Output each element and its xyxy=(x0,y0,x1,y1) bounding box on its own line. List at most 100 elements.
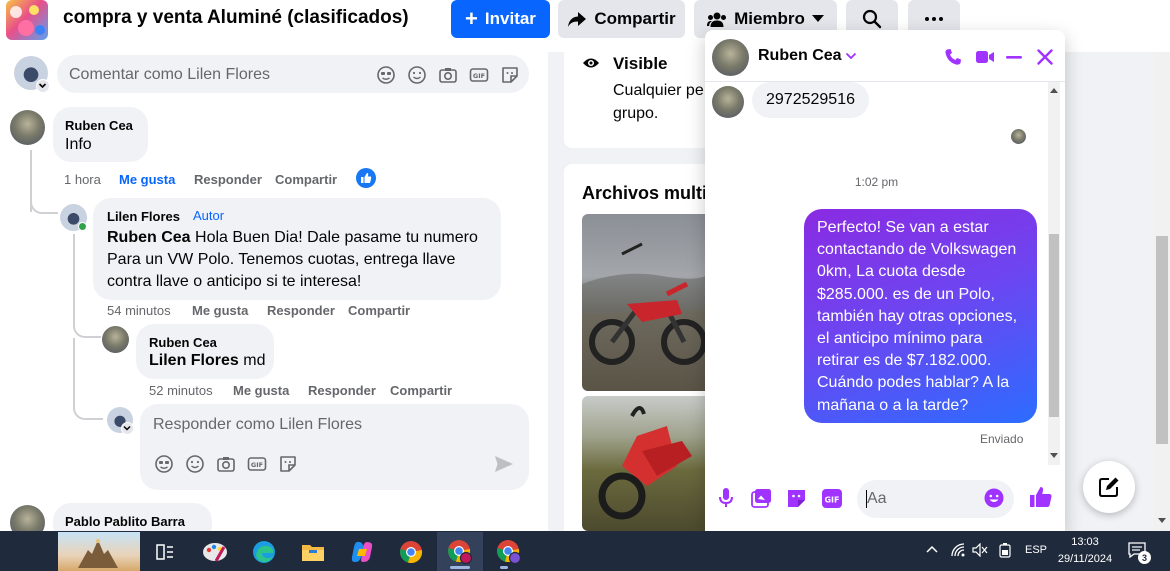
comment-time[interactable]: 1 hora xyxy=(64,172,101,187)
speaker-muted-icon[interactable] xyxy=(972,543,988,557)
file-explorer-icon[interactable] xyxy=(298,537,328,567)
comment-author[interactable]: Lilen Flores xyxy=(107,209,180,224)
share-button[interactable]: Compartir xyxy=(558,0,685,38)
visibility-title: Visible xyxy=(613,54,668,73)
reply-button[interactable]: Responder xyxy=(267,303,335,318)
group-title[interactable]: compra y venta Aluminé (clasificados) xyxy=(63,7,409,29)
svg-text:GIF: GIF xyxy=(824,496,839,505)
running-indicator xyxy=(500,566,508,569)
commenter-avatar[interactable] xyxy=(10,110,45,145)
copilot-icon[interactable] xyxy=(347,537,377,567)
search-icon xyxy=(862,9,882,29)
comment-time[interactable]: 54 minutos xyxy=(107,303,171,318)
svg-text:GIF: GIF xyxy=(251,461,263,469)
invite-button[interactable]: + Invitar xyxy=(451,0,550,38)
emoji-icon[interactable] xyxy=(407,65,427,85)
chevron-up-icon[interactable] xyxy=(926,545,938,553)
notification-count-badge: 3 xyxy=(1138,551,1151,564)
share-arrow-icon xyxy=(568,12,587,27)
comment-author[interactable]: Ruben Cea xyxy=(65,118,133,133)
scroll-down-arrow-icon[interactable] xyxy=(1158,518,1166,524)
media-photo-motorcycle-2[interactable] xyxy=(582,396,712,531)
eye-icon xyxy=(582,56,600,70)
chrome-profile-icon[interactable] xyxy=(494,537,524,567)
emoji-icon[interactable] xyxy=(185,454,205,474)
scroll-up-arrow-icon[interactable] xyxy=(1050,88,1058,94)
chat-contact-name[interactable]: Ruben Cea xyxy=(758,47,842,65)
incoming-message[interactable]: 2972529516 xyxy=(752,82,869,118)
share-label: Compartir xyxy=(594,9,676,28)
comment-input-placeholder: Comentar como Lilen Flores xyxy=(69,66,270,83)
video-call-icon[interactable] xyxy=(975,49,995,65)
like-reaction-icon[interactable] xyxy=(356,168,376,188)
network-icon[interactable] xyxy=(951,543,965,557)
message-status: Enviado xyxy=(980,432,1024,446)
comment-tools: GIF xyxy=(376,65,520,85)
comment-author[interactable]: Ruben Cea xyxy=(149,335,217,350)
share-comment-button[interactable]: Compartir xyxy=(275,172,337,187)
media-photo-motorcycle[interactable] xyxy=(582,214,712,391)
gif-icon[interactable]: GIF xyxy=(821,488,843,509)
sticker-icon[interactable] xyxy=(500,65,520,85)
like-button[interactable]: Me gusta xyxy=(119,172,175,187)
message-sender-avatar xyxy=(712,86,744,118)
chrome-browser-icon[interactable] xyxy=(396,537,426,567)
system-clock[interactable]: 13:03 29/11/2024 xyxy=(1052,534,1118,568)
mention[interactable]: Lilen Flores xyxy=(149,352,239,369)
avatar-menu-chevron-icon[interactable] xyxy=(36,79,50,93)
camera-icon[interactable] xyxy=(216,454,236,474)
visibility-description-line: grupo. xyxy=(613,105,659,122)
chat-scroll-thumb[interactable] xyxy=(1049,234,1059,417)
chrome-profile-icon[interactable] xyxy=(445,537,475,567)
avatar-sticker-icon[interactable] xyxy=(376,65,396,85)
camera-icon[interactable] xyxy=(438,65,458,85)
send-comment-icon[interactable] xyxy=(494,455,514,473)
emoji-icon[interactable] xyxy=(984,488,1004,508)
minimize-icon[interactable] xyxy=(1006,56,1022,59)
like-button[interactable]: Me gusta xyxy=(233,383,289,398)
clock-date: 29/11/2024 xyxy=(1057,553,1113,565)
avatar-menu-chevron-icon[interactable] xyxy=(121,422,134,435)
page-scroll-thumb[interactable] xyxy=(1156,236,1168,444)
start-search-highlight[interactable] xyxy=(58,532,140,571)
task-view-icon[interactable] xyxy=(150,537,180,567)
chevron-down-icon[interactable] xyxy=(845,52,857,60)
svg-text:GIF: GIF xyxy=(473,72,485,80)
sticker-icon[interactable] xyxy=(278,454,298,474)
edge-browser-icon[interactable] xyxy=(249,537,279,567)
language-indicator[interactable]: ESP xyxy=(1025,544,1047,556)
like-button[interactable]: Me gusta xyxy=(192,303,248,318)
sticker-icon[interactable] xyxy=(786,488,807,509)
scroll-down-arrow-icon[interactable] xyxy=(1050,453,1058,459)
comment-text: Info xyxy=(65,136,92,153)
chat-contact-avatar[interactable] xyxy=(712,39,749,76)
battery-icon[interactable] xyxy=(998,542,1012,558)
photo-attach-icon[interactable] xyxy=(751,488,772,508)
thread-line xyxy=(73,234,75,324)
read-receipt-avatar xyxy=(1011,129,1026,144)
phone-call-icon[interactable] xyxy=(944,48,962,66)
reply-button[interactable]: Responder xyxy=(308,383,376,398)
comment-author[interactable]: Pablo Pablito Barra xyxy=(65,514,185,529)
gif-icon[interactable]: GIF xyxy=(469,65,489,85)
group-cover-thumbnail[interactable] xyxy=(6,0,48,40)
reply-button[interactable]: Responder xyxy=(194,172,262,187)
share-comment-button[interactable]: Compartir xyxy=(390,383,452,398)
microphone-icon[interactable] xyxy=(719,487,733,509)
avatar-sticker-icon[interactable] xyxy=(154,454,174,474)
new-message-button[interactable] xyxy=(1083,461,1135,513)
thread-connector xyxy=(30,196,58,214)
more-dots-icon xyxy=(925,17,943,21)
thumbs-up-icon[interactable] xyxy=(1029,485,1053,509)
share-comment-button[interactable]: Compartir xyxy=(348,303,410,318)
gif-icon[interactable]: GIF xyxy=(247,454,267,474)
comment-text-body: md xyxy=(243,352,266,369)
paint-app-icon[interactable] xyxy=(200,537,230,567)
commenter-avatar[interactable] xyxy=(102,326,129,353)
outgoing-message[interactable]: Perfecto! Se van a estar contactando de … xyxy=(804,209,1037,423)
close-icon[interactable] xyxy=(1037,49,1053,65)
media-title[interactable]: Archivos multi xyxy=(582,183,707,204)
comment-time[interactable]: 52 minutos xyxy=(149,383,213,398)
mention[interactable]: Ruben Cea xyxy=(107,229,191,246)
reply-tools: GIF xyxy=(154,454,298,474)
